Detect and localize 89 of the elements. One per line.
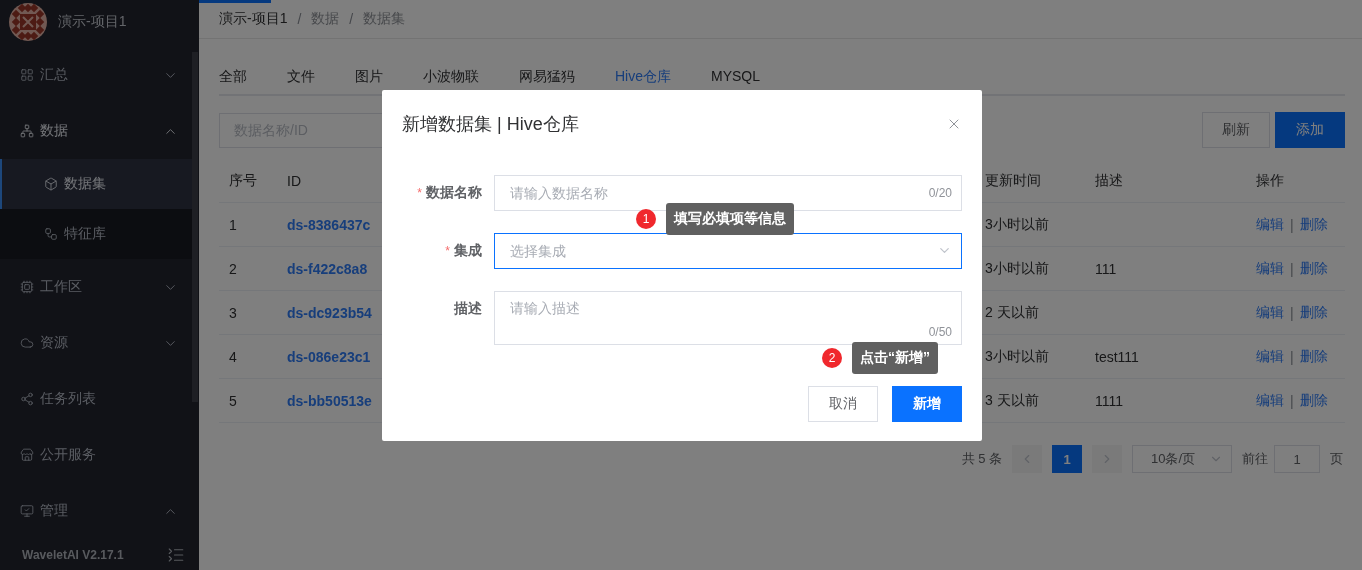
field-label: 描述 bbox=[454, 300, 482, 318]
action-separator: | bbox=[1290, 304, 1294, 321]
grid-icon bbox=[20, 68, 34, 83]
logo-icon bbox=[8, 2, 48, 43]
confirm-button[interactable]: 新增 bbox=[892, 386, 962, 422]
goto-page-field[interactable]: 1 bbox=[1274, 445, 1320, 473]
dataset-id-link[interactable]: ds-8386437c bbox=[287, 216, 371, 233]
monitor-icon bbox=[20, 504, 34, 519]
dataset-id-link[interactable]: ds-dc923b54 bbox=[287, 304, 372, 321]
table-cell: 2 bbox=[229, 260, 237, 277]
table-cell: 1 bbox=[229, 216, 237, 233]
tab[interactable]: 图片 bbox=[355, 61, 403, 96]
table-cell: 3小时以前 bbox=[985, 347, 1049, 366]
menu-item[interactable]: 任务列表 bbox=[0, 371, 192, 428]
action-separator: | bbox=[1290, 348, 1294, 365]
column-header: 序号 bbox=[219, 159, 277, 203]
tab[interactable]: 文件 bbox=[287, 61, 335, 96]
table-cell: 2 天以前 bbox=[985, 303, 1039, 322]
field-label: 数据名称 bbox=[426, 184, 482, 202]
chip-icon bbox=[20, 280, 34, 295]
tab[interactable]: 全部 bbox=[219, 61, 267, 96]
submenu-item[interactable]: 特征库 bbox=[0, 209, 192, 260]
guide-tooltip: 点击“新增” bbox=[852, 342, 938, 374]
edit-link[interactable]: 编辑 bbox=[1256, 303, 1284, 322]
delete-link[interactable]: 删除 bbox=[1299, 259, 1328, 278]
table-cell: 3 天以前 bbox=[985, 391, 1039, 410]
page-button[interactable]: 1 bbox=[1052, 445, 1082, 473]
required-mark: * bbox=[417, 186, 422, 200]
breadcrumb-separator: / bbox=[349, 11, 354, 27]
cancel-button[interactable]: 取消 bbox=[808, 386, 878, 422]
page-suffix: 页 bbox=[1330, 450, 1343, 468]
table-cell: test111 bbox=[1095, 348, 1139, 365]
action-separator: | bbox=[1290, 392, 1294, 409]
breadcrumb-separator: / bbox=[297, 11, 302, 27]
required-mark: * bbox=[445, 244, 450, 258]
store-icon bbox=[20, 448, 34, 463]
menu-item[interactable]: 数据 bbox=[0, 103, 192, 160]
page-size-select[interactable]: 10条/页 bbox=[1132, 445, 1232, 473]
step-number: 1 bbox=[636, 209, 656, 229]
share-icon bbox=[20, 392, 34, 407]
table-cell: 3 bbox=[229, 304, 237, 321]
edit-link[interactable]: 编辑 bbox=[1256, 347, 1284, 366]
version-label: WaveletAI V2.17.1 bbox=[22, 547, 124, 562]
column-header: 操作 bbox=[1246, 159, 1345, 203]
action-separator: | bbox=[1290, 260, 1294, 277]
add-button[interactable]: 添加 bbox=[1275, 112, 1345, 148]
scrollbar[interactable] bbox=[192, 52, 198, 402]
cloud-icon bbox=[20, 336, 34, 351]
nodes-icon bbox=[44, 227, 58, 242]
table-cell: 1111 bbox=[1095, 392, 1124, 409]
edit-link[interactable]: 编辑 bbox=[1256, 215, 1284, 234]
edit-link[interactable]: 编辑 bbox=[1256, 259, 1284, 278]
delete-link[interactable]: 删除 bbox=[1299, 303, 1328, 322]
menu-item[interactable]: 资源 bbox=[0, 315, 192, 372]
dataset-id-link[interactable]: ds-f422c8a8 bbox=[287, 260, 368, 277]
page-size-value: 10条/页 bbox=[1151, 450, 1196, 468]
menu-item[interactable]: 汇总 bbox=[0, 47, 192, 104]
menu-item[interactable]: 公开服务 bbox=[0, 427, 192, 484]
delete-link[interactable]: 删除 bbox=[1299, 391, 1328, 410]
submenu-item[interactable]: 数据集 bbox=[0, 159, 192, 210]
delete-link[interactable]: 删除 bbox=[1299, 215, 1328, 234]
integration-select[interactable]: 选择集成 bbox=[494, 233, 962, 269]
delete-link[interactable]: 删除 bbox=[1299, 347, 1328, 366]
table-cell: 111 bbox=[1095, 260, 1117, 277]
menu-item[interactable]: 工作区 bbox=[0, 259, 192, 316]
action-separator: | bbox=[1290, 216, 1294, 233]
table-cell: 3小时以前 bbox=[985, 215, 1049, 234]
total-count: 共 5 条 bbox=[961, 450, 1002, 468]
refresh-button[interactable]: 刷新 bbox=[1202, 112, 1270, 148]
loading-bar bbox=[199, 0, 271, 3]
char-counter: 0/50 bbox=[928, 325, 952, 339]
breadcrumb-item[interactable]: 演示-项目1 bbox=[219, 10, 288, 28]
goto-label: 前往 bbox=[1242, 450, 1268, 468]
hierarchy-icon bbox=[20, 124, 34, 139]
menu-item[interactable]: 管理 bbox=[0, 483, 192, 540]
field-label: 集成 bbox=[454, 242, 482, 260]
guide-tooltip: 填写必填项等信息 bbox=[666, 203, 794, 235]
dataset-id-link[interactable]: ds-086e23c1 bbox=[287, 348, 371, 365]
step-number: 2 bbox=[822, 348, 842, 368]
table-cell: 4 bbox=[229, 348, 237, 365]
cube-icon bbox=[44, 177, 58, 192]
char-counter: 0/20 bbox=[928, 186, 952, 200]
table-cell: 5 bbox=[229, 392, 237, 409]
table-cell: 3小时以前 bbox=[985, 259, 1049, 278]
edit-link[interactable]: 编辑 bbox=[1256, 391, 1284, 410]
dataset-id-link[interactable]: ds-bb50513e bbox=[287, 392, 372, 409]
column-header: 描述 bbox=[1085, 159, 1246, 203]
collapse-icon[interactable] bbox=[167, 545, 185, 564]
project-name: 演示-项目1 bbox=[58, 13, 127, 32]
